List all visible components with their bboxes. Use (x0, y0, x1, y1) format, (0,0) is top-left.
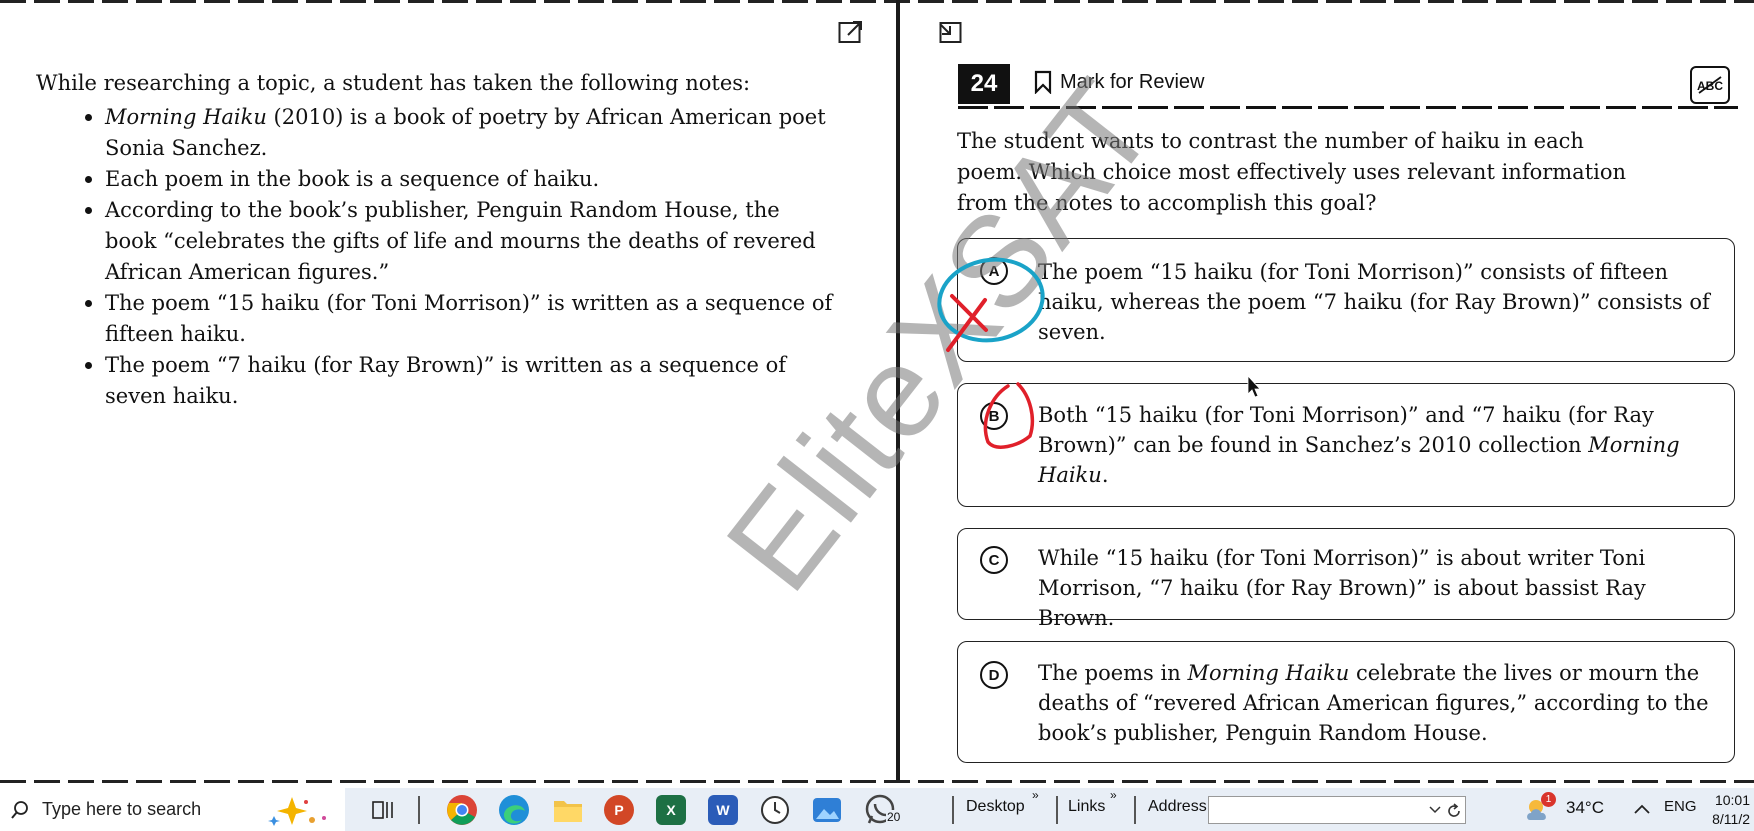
refresh-icon[interactable] (1445, 802, 1463, 820)
choice-letter-c: C (980, 546, 1008, 574)
choice-text-main: The poem “15 haiku (for Toni Morrison)” … (1038, 260, 1710, 344)
note-item: Morning Haiku (2010) is a book of poetry… (85, 102, 835, 164)
note-text: The poem “15 haiku (for Toni Morrison)” … (105, 291, 833, 346)
passage-intro: While researching a topic, a student has… (36, 71, 751, 95)
passage-pane: While researching a topic, a student has… (0, 0, 898, 780)
expand-icon[interactable] (838, 20, 864, 44)
language-indicator[interactable]: ENG (1664, 798, 1697, 815)
desktop-toolbar[interactable]: Desktop (966, 798, 1025, 816)
excel-app-icon[interactable]: X (656, 794, 686, 826)
address-input[interactable] (1208, 796, 1466, 824)
strikethrough-abc-icon: ABC (1697, 76, 1723, 94)
choice-text: While “15 haiku (for Toni Morrison)” is … (1038, 543, 1714, 633)
choice-text-end: . (1101, 463, 1109, 487)
taskbar-separator (1056, 796, 1058, 824)
note-text: Each poem in the book is a sequence of h… (105, 167, 600, 191)
search-icon (11, 801, 28, 819)
book-title: Morning Haiku (105, 105, 267, 129)
choice-c[interactable]: C While “15 haiku (for Toni Morrison)” i… (957, 528, 1735, 630)
book-title: Morning Haiku (1187, 661, 1350, 685)
choice-text: The poems in Morning Haiku celebrate the… (1038, 658, 1714, 748)
links-toolbar[interactable]: Links (1068, 798, 1105, 816)
choice-text-main: The poems in (1038, 661, 1188, 685)
sparkle-icon (268, 797, 326, 826)
powerpoint-app-icon[interactable]: P (604, 794, 634, 826)
taskbar-search-box[interactable]: Type here to search (0, 788, 345, 831)
weather-temperature[interactable]: 34°C (1566, 798, 1604, 818)
note-text: The poem “7 haiku (for Ray Brown)” is wr… (105, 353, 787, 408)
collapse-icon[interactable] (936, 20, 962, 44)
taskbar-separator (952, 796, 954, 824)
choice-text: The poem “15 haiku (for Toni Morrison)” … (1038, 257, 1714, 347)
photos-app-icon[interactable] (812, 794, 842, 826)
chrome-app-icon[interactable] (446, 794, 478, 826)
note-item: The poem “7 haiku (for Ray Brown)” is wr… (85, 350, 835, 412)
word-app-icon[interactable]: W (708, 794, 738, 826)
search-placeholder: Type here to search (42, 799, 202, 819)
edge-app-icon[interactable] (498, 794, 530, 826)
choice-text: Both “15 haiku (for Toni Morrison)” and … (1038, 400, 1714, 490)
chevron-down-icon[interactable] (1429, 805, 1441, 815)
chevron-icon[interactable]: » (1032, 788, 1039, 802)
bottom-border (0, 780, 1754, 783)
weather-icon[interactable]: 1 (1522, 792, 1556, 826)
windows-taskbar: Type here to search P X W 20 Desktop » L… (0, 788, 1754, 831)
clock-date: 8/11/2 (1712, 811, 1750, 827)
taskbar-separator (1134, 796, 1136, 824)
task-view-icon[interactable] (368, 794, 398, 826)
choice-text-main: Both “15 haiku (for Toni Morrison)” and … (1038, 403, 1654, 457)
whatsapp-badge: 20 (886, 810, 902, 824)
weather-alert-badge: 1 (1541, 792, 1556, 807)
system-clock[interactable]: 10:01 8/11/2 (1712, 791, 1750, 829)
choice-d[interactable]: D The poems in Morning Haiku celebrate t… (957, 641, 1735, 763)
choice-letter-b: B (980, 402, 1008, 430)
clock-time: 10:01 (1714, 792, 1750, 808)
clock-app-icon[interactable] (760, 794, 790, 826)
chevron-icon[interactable]: » (1110, 788, 1117, 802)
file-explorer-icon[interactable] (552, 794, 584, 826)
taskbar-separator (418, 796, 420, 824)
note-item: According to the book’s publisher, Pengu… (85, 195, 835, 288)
choice-b[interactable]: B Both “15 haiku (for Toni Morrison)” an… (957, 383, 1735, 507)
whatsapp-app-icon[interactable]: 20 (864, 794, 906, 826)
note-item: The poem “15 haiku (for Toni Morrison)” … (85, 288, 835, 350)
answer-eliminator-button[interactable]: ABC (1690, 66, 1730, 104)
notes-list: Morning Haiku (2010) is a book of poetry… (85, 102, 835, 412)
note-text: According to the book’s publisher, Pengu… (105, 198, 816, 284)
choice-letter-d: D (980, 661, 1008, 689)
choice-text-main: While “15 haiku (for Toni Morrison)” is … (1038, 546, 1646, 630)
question-number: 24 (958, 64, 1010, 104)
note-item: Each poem in the book is a sequence of h… (85, 164, 835, 195)
chevron-up-icon[interactable] (1634, 804, 1650, 814)
address-toolbar-label: Address (1148, 798, 1207, 815)
